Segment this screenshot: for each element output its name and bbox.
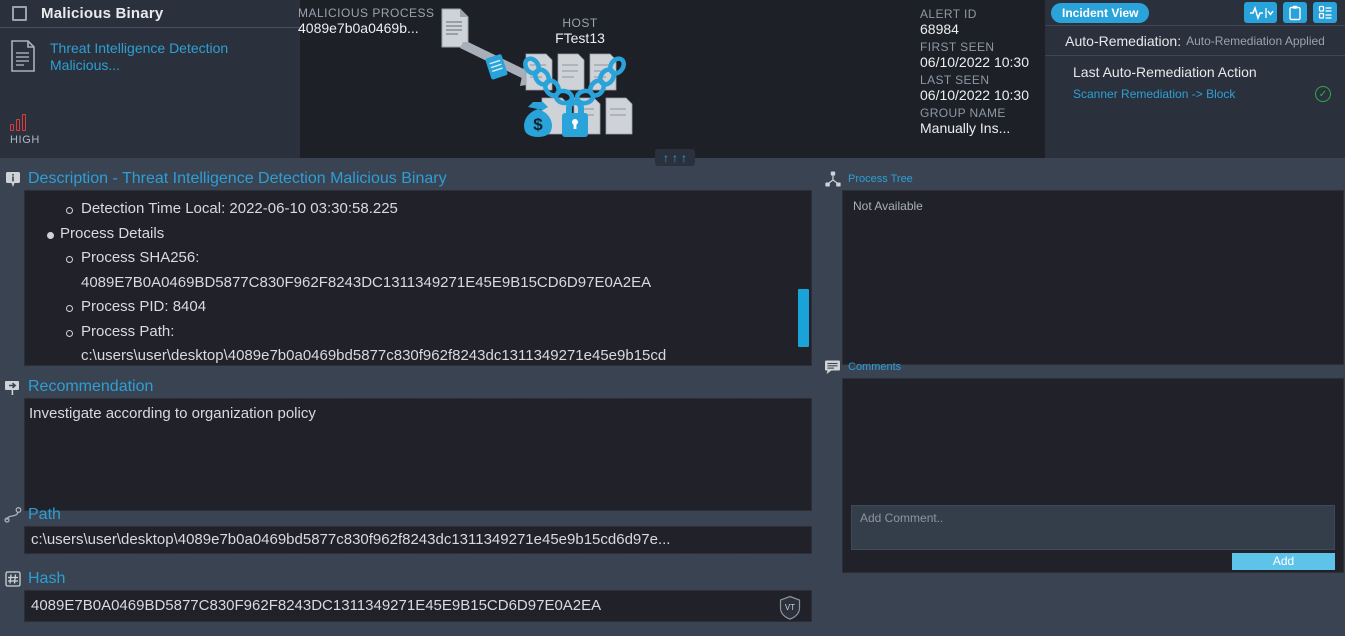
comments-panel: Add Comment.. Add [842, 378, 1344, 573]
comments-actions: Add [843, 550, 1343, 572]
virustotal-shield-icon[interactable]: VT [777, 594, 803, 620]
alert-title-row: Malicious Binary [0, 0, 300, 28]
recommendation-panel: Investigate according to organization po… [24, 398, 812, 511]
list-item: Process Details [25, 222, 811, 247]
comments-section: Comments Add Comment.. Add [820, 356, 1344, 573]
auto-remediation-label: Auto-Remediation: [1065, 32, 1182, 49]
description-scrollbar[interactable] [798, 289, 809, 347]
ransomware-host-icon: $ [523, 53, 633, 137]
path-section: Path c:\users\user\desktop\4089e7b0a0469… [0, 504, 812, 554]
description-list: Detection Time Local: 2022-06-10 03:30:5… [25, 197, 811, 365]
recommendation-title: Recommendation [28, 378, 154, 395]
process-tree-status: Not Available [853, 199, 923, 213]
hash-title: Hash [28, 570, 66, 587]
up-arrow-icon-3: ↑ [681, 150, 687, 165]
path-header: Path [0, 504, 812, 526]
meta-key-first-seen: FIRST SEEN [920, 40, 995, 54]
description-title: Description - Threat Intelligence Detect… [28, 170, 447, 187]
comment-bubble-icon [823, 358, 842, 377]
add-comment-input[interactable]: Add Comment.. [851, 505, 1335, 550]
incident-view-button[interactable]: Incident View [1051, 2, 1150, 23]
last-remediation-title: Last Auto-Remediation Action [1073, 64, 1257, 80]
select-alert-checkbox[interactable] [12, 6, 27, 21]
process-tree-section: Process Tree Not Available [820, 168, 1344, 365]
details-list-icon[interactable] [1313, 2, 1337, 23]
recommendation-text: Investigate according to organization po… [29, 405, 316, 422]
meta-value-group-name: Manually Ins... [920, 120, 1011, 136]
hash-value-field[interactable]: 4089E7B0A0469BD5877C830F962F8243DC131134… [24, 590, 812, 622]
view-toolbar: Incident View [1045, 0, 1345, 26]
path-title: Path [28, 506, 61, 523]
auto-remediation-status: Auto-Remediation Applied [1186, 33, 1325, 48]
process-tree-header: Process Tree [820, 168, 1340, 190]
list-item: Process PID: 8404 [25, 295, 811, 320]
list-item: Detection Time Local: 2022-06-10 03:30:5… [25, 197, 811, 222]
meta-key-group-name: GROUP NAME [920, 106, 1006, 120]
document-icon [10, 40, 36, 72]
header-left-panel: Malicious Binary Threat Intelligence Det… [0, 0, 300, 158]
attack-diagram: MALICIOUS PROCESS 4089e7b0a0469b... HOST [298, 0, 910, 158]
path-value: c:\users\user\desktop\4089e7b0a0469bd587… [31, 531, 671, 548]
path-route-icon [3, 506, 22, 525]
process-tree-panel: Not Available [842, 190, 1344, 365]
header-right-panel: Incident View Auto-Remediation: Auto-Rem… [1045, 0, 1345, 158]
alert-summary-row[interactable]: Threat Intelligence Detection Malicious.… [0, 40, 230, 74]
alert-name-link[interactable]: Threat Intelligence Detection Malicious.… [50, 40, 230, 74]
hash-icon [3, 570, 22, 589]
process-tree-title: Process Tree [848, 173, 913, 185]
hash-value: 4089E7B0A0469BD5877C830F962F8243DC131134… [31, 597, 602, 614]
meta-key-last-seen: LAST SEEN [920, 73, 990, 87]
info-bubble-icon [3, 170, 22, 189]
path-value-field[interactable]: c:\users\user\desktop\4089e7b0a0469bd587… [24, 526, 812, 554]
hash-header: Hash [0, 568, 812, 590]
process-tree-icon [823, 170, 842, 189]
auto-remediation-row: Auto-Remediation: Auto-Remediation Appli… [1045, 26, 1345, 56]
comments-title: Comments [848, 361, 902, 373]
vt-label: VT [785, 603, 795, 612]
malicious-process-node[interactable]: MALICIOUS PROCESS 4089e7b0a0469b... [298, 6, 438, 36]
collapse-header-control[interactable]: ↑ ↑ ↑ [655, 149, 695, 166]
svg-text:$: $ [533, 115, 543, 134]
description-header: Description - Threat Intelligence Detect… [0, 168, 812, 190]
meta-key-alert-id: ALERT ID [920, 7, 977, 21]
comments-header: Comments [820, 356, 1340, 378]
hash-section: Hash 4089E7B0A0469BD5877C830F962F8243DC1… [0, 568, 812, 622]
toolbar-icon-buttons [1244, 2, 1337, 23]
host-caption: HOST [562, 16, 598, 30]
add-comment-button[interactable]: Add [1232, 552, 1335, 570]
meta-value-last-seen: 06/10/2022 10:30 [920, 87, 1029, 103]
up-arrow-icon-1: ↑ [663, 150, 669, 165]
clipboard-icon[interactable] [1283, 2, 1307, 23]
up-arrow-icon-2: ↑ [672, 150, 678, 165]
last-remediation-block: Last Auto-Remediation Action Scanner Rem… [1045, 56, 1345, 102]
recommendation-section: Recommendation Investigate according to … [0, 376, 812, 511]
recommendation-header: Recommendation [0, 376, 812, 398]
list-item: Process SHA256: [25, 246, 811, 271]
host-node[interactable]: HOST FTest13 [520, 16, 640, 46]
page-title: Malicious Binary [41, 5, 164, 22]
list-item: Process Path: [25, 320, 811, 345]
meta-value-alert-id: 68984 [920, 21, 959, 37]
severity-label: HIGH [10, 134, 40, 146]
meta-value-first-seen: 06/10/2022 10:30 [920, 54, 1029, 70]
activity-chart-icon[interactable] [1244, 2, 1277, 23]
list-item: 4089E7B0A0469BD5877C830F962F8243DC131134… [81, 273, 652, 291]
recommendation-arrow-icon [3, 378, 22, 397]
host-value: FTest13 [555, 30, 605, 46]
success-check-icon: ✓ [1315, 86, 1331, 102]
description-panel: Detection Time Local: 2022-06-10 03:30:5… [24, 190, 812, 366]
alert-metadata: ALERT ID 68984 FIRST SEEN 06/10/2022 10:… [910, 0, 1045, 158]
alert-header: Malicious Binary Threat Intelligence Det… [0, 0, 1345, 166]
severity-indicator: HIGH [10, 114, 70, 146]
malicious-process-value: 4089e7b0a0469b... [298, 20, 419, 36]
comments-list [843, 379, 1343, 505]
alert-details-body: Description - Threat Intelligence Detect… [0, 168, 1345, 636]
last-remediation-action[interactable]: Scanner Remediation -> Block ✓ [1073, 86, 1331, 102]
malicious-process-caption: MALICIOUS PROCESS [298, 6, 435, 20]
description-section: Description - Threat Intelligence Detect… [0, 168, 812, 366]
list-item: c:\users\user\desktop\4089e7b0a0469bd587… [81, 347, 667, 364]
severity-bars-icon [10, 114, 70, 131]
last-remediation-action-label: Scanner Remediation -> Block [1073, 87, 1236, 101]
